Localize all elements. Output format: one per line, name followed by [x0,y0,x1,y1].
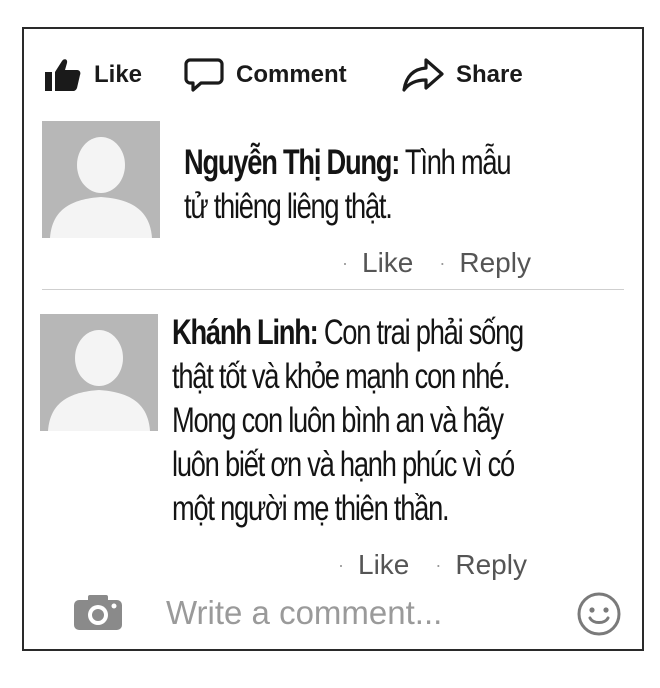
default-avatar-icon [42,121,160,238]
comment-text: thật tốt và khỏe mạnh con nhé. [172,357,511,396]
thumbs-up-icon [44,58,82,92]
comment-composer [64,589,624,637]
avatar[interactable] [40,314,158,431]
action-bar: Like Comment Share [44,57,624,93]
smiley-icon[interactable] [576,591,622,642]
comment-card: Like Comment Share Nguyễn Thị Dung: Tình… [22,27,644,651]
like-button[interactable]: Like [44,57,142,93]
divider [42,289,624,290]
avatar[interactable] [42,121,160,238]
comment-line: Khánh Linh: Con trai phải sống [172,311,524,355]
comment-line: Nguyễn Thị Dung: Tình mẫu [184,141,512,185]
comment-text: một người mẹ thiên thần. [172,489,450,528]
comment-actions: · Like · Reply [342,247,531,279]
comment-author[interactable]: Nguyễn Thị Dung: [184,143,400,182]
default-avatar-icon [40,314,158,431]
comment-like-link[interactable]: Like [362,247,413,279]
comment-text: Con trai phải sống [323,313,524,352]
camera-icon[interactable] [72,592,124,637]
comment-text: luôn biết ơn và hạnh phúc vì có [172,445,515,484]
comment-reply-link[interactable]: Reply [459,247,531,279]
share-button[interactable]: Share [402,57,523,93]
like-label: Like [94,61,143,88]
comment-author[interactable]: Khánh Linh: [172,313,319,352]
share-arrow-icon [402,57,444,93]
comment-actions: · Like · Reply [338,549,527,581]
comment-reply-link[interactable]: Reply [455,549,527,581]
comment-input[interactable] [166,589,546,637]
comment-label: Comment [236,61,347,88]
share-label: Share [456,61,523,88]
comment-body: Nguyễn Thị Dung: Tình mẫu tử thiêng liên… [184,141,512,229]
comment-text: tử thiêng liêng thật. [184,187,393,226]
comment-button[interactable]: Comment [184,57,347,93]
comment-like-link[interactable]: Like [358,549,409,581]
comment-text: Mong con luôn bình an và hãy [172,401,504,440]
comment-text: Tình mẫu [404,143,512,182]
speech-bubble-icon [184,57,224,93]
comment-body: Khánh Linh: Con trai phải sống thật tốt … [172,311,524,531]
